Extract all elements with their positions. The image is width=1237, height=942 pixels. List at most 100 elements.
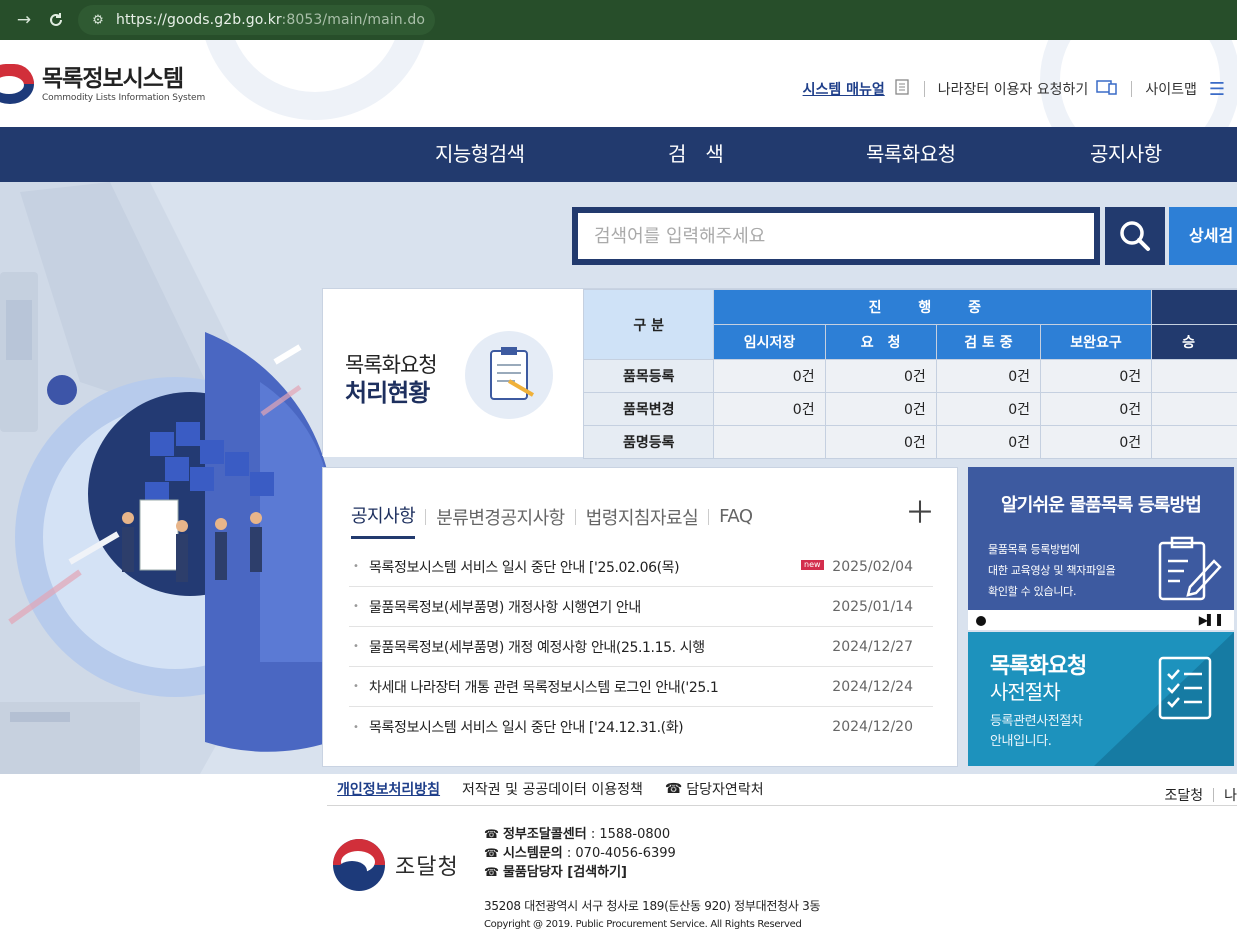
menu-icon[interactable]: ☰ — [1209, 79, 1225, 100]
phone-icon: ☎ — [484, 827, 499, 841]
site-header: 목록정보시스템 Commodity Lists Information Syst… — [0, 40, 1237, 127]
col-header-temp-save: 임시저장 — [713, 324, 826, 360]
status-cell — [1151, 359, 1237, 393]
bullet-icon: • — [353, 641, 359, 652]
status-cell — [1151, 425, 1237, 459]
search-icon — [1120, 221, 1150, 251]
bullet-icon: • — [353, 721, 359, 733]
clipboard-icon — [465, 331, 553, 419]
url-text: https://goods.g2b.go.kr:8053/main/main.d… — [116, 12, 425, 28]
family-link-next[interactable]: 나 — [1224, 785, 1237, 805]
address: 35208 대전광역시 서구 청사로 189(둔산동 920) 정부대전청사 3… — [484, 899, 821, 913]
status-cell[interactable]: 0건 — [1040, 425, 1153, 459]
list-item[interactable]: • 차세대 나라장터 개통 관련 목록정보시스템 로그인 안내('25.1 20… — [349, 667, 933, 707]
reload-icon[interactable] — [40, 4, 72, 36]
status-cell[interactable]: 0건 — [713, 392, 826, 426]
pause-icon[interactable]: ❚❚ — [1204, 612, 1224, 626]
nav-intelligent-search[interactable]: 지능형검색 — [435, 127, 525, 182]
status-cell[interactable]: 0건 — [824, 392, 937, 426]
notice-title[interactable]: 목록정보시스템 서비스 일시 중단 안내 ['25.02.06(목) — [369, 557, 789, 577]
notice-board: 공지사항 분류변경공지사항 법령지침자료실 FAQ ＋ • 목록정보시스템 서비… — [322, 467, 958, 767]
tab-notice[interactable]: 공지사항 — [351, 502, 416, 539]
notice-date: 2025/02/04 — [832, 558, 913, 575]
list-item[interactable]: • 물품목록정보(세부품명) 개정 예정사항 안내(25.1.15. 시행 20… — [349, 627, 933, 667]
contacts-link[interactable]: 담당자연락처 — [686, 779, 763, 799]
table-row: 품명등록 0건 0건 0건 — [582, 425, 1237, 459]
status-cell[interactable]: 0건 — [824, 359, 937, 393]
col-header-approved-group — [1151, 289, 1237, 325]
devices-icon — [1096, 79, 1118, 99]
bullet-icon: • — [353, 681, 359, 692]
list-item[interactable]: • 물품목록정보(세부품명) 개정사항 시행연기 안내 2025/01/14 — [349, 587, 933, 627]
more-plus-icon[interactable]: ＋ — [905, 488, 935, 532]
copyright-policy-link[interactable]: 저작권 및 공공데이터 이용정책 — [462, 779, 643, 799]
nav-search[interactable]: 검 색 — [668, 127, 724, 182]
decorative-illustration — [0, 182, 330, 774]
system-manual-link[interactable]: 시스템 매뉴얼 — [803, 79, 885, 99]
banner-title: 알기쉬운 물품목록 등록방법 — [1000, 495, 1202, 516]
tab-faq[interactable]: FAQ — [719, 506, 753, 535]
nav-notice[interactable]: 공지사항 — [1090, 127, 1162, 182]
status-cell[interactable]: 0건 — [935, 425, 1042, 459]
col-header-in-progress: 진 행 중 — [713, 289, 1153, 325]
tab-classification-notice[interactable]: 분류변경공지사항 — [436, 504, 565, 538]
col-header-gubun: 구 분 — [582, 289, 715, 360]
site-logo[interactable]: 목록정보시스템 Commodity Lists Information Syst… — [0, 62, 205, 106]
notice-tabs: 공지사항 분류변경공지사항 법령지침자료실 FAQ — [351, 502, 753, 539]
phone-icon: ☎ — [484, 865, 499, 879]
phone-icon: ☎ — [664, 781, 683, 797]
site-settings-icon[interactable]: ⚙ — [88, 10, 108, 30]
col-header-reviewing: 검 토 중 — [935, 324, 1042, 360]
banner-controls: ▶ ❚❚ — [968, 610, 1234, 630]
search-button[interactable] — [1105, 207, 1165, 265]
status-title-line2: 처리현황 — [345, 379, 430, 407]
document-icon — [893, 78, 911, 100]
col-header-approved: 승 — [1151, 324, 1237, 360]
notice-date: 2025/01/14 — [832, 598, 913, 615]
status-title-area: 목록화요청 처리현황 — [323, 289, 583, 457]
form-pencil-icon — [1158, 536, 1222, 601]
sitemap-link[interactable]: 사이트맵 — [1145, 79, 1197, 99]
status-cell[interactable]: 0건 — [1040, 392, 1153, 426]
detail-search-button[interactable]: 상세검 — [1169, 207, 1237, 265]
banner-pager-dot[interactable] — [976, 616, 986, 626]
banner-description: 물품목록 등록방법에 대한 교육영상 및 책자파일을 확인할 수 있습니다. — [988, 543, 1116, 598]
list-item[interactable]: • 목록정보시스템 서비스 일시 중단 안내 ['24.12.31.(화) 20… — [349, 707, 933, 747]
status-cell[interactable]: 0건 — [1040, 359, 1153, 393]
notice-date: 2024/12/24 — [832, 678, 913, 695]
status-cell[interactable]: 0건 — [935, 359, 1042, 393]
notice-title[interactable]: 목록정보시스템 서비스 일시 중단 안내 ['24.12.31.(화) — [369, 717, 789, 737]
goods-contact-link[interactable]: 물품담당자 [검색하기] — [503, 865, 627, 880]
contact-info: ☎ 정부조달콜센터 : 1588-0800 ☎ 시스템문의 : 070-4056-6… — [484, 827, 676, 880]
main-search-input[interactable] — [578, 213, 1094, 259]
logo-subtitle: Commodity Lists Information System — [42, 92, 206, 103]
nav-listing-request[interactable]: 목록화요청 — [866, 127, 956, 182]
forward-arrow-icon[interactable]: → — [8, 4, 40, 36]
notice-title[interactable]: 물품목록정보(세부품명) 개정사항 시행연기 안내 — [369, 597, 789, 617]
main-visual: 상세검 목록화요청 처리현황 구 분 진 행 중 — [0, 182, 1237, 774]
status-cell[interactable]: 0건 — [935, 392, 1042, 426]
status-cell — [713, 425, 826, 459]
family-link-pps[interactable]: 조달청 — [1164, 785, 1203, 805]
new-badge: new — [801, 560, 824, 570]
utility-links: 시스템 매뉴얼 나라장터 이용자 요청하기 사이트맵 ☰ — [803, 78, 1225, 100]
status-cell[interactable]: 0건 — [713, 359, 826, 393]
address-bar[interactable]: ⚙ https://goods.g2b.go.kr:8053/main/main… — [78, 5, 435, 35]
pre-procedure-banner[interactable]: 목록화요청 사전절차 등록관련사전절차 안내입니다. — [968, 632, 1234, 766]
registration-guide-banner[interactable]: 알기쉬운 물품목록 등록방법 물품목록 등록방법에 대한 교육영상 및 책자파일… — [968, 467, 1234, 630]
notice-title[interactable]: 물품목록정보(세부품명) 개정 예정사항 안내(25.1.15. 시행 — [369, 637, 789, 657]
list-item[interactable]: • 목록정보시스템 서비스 일시 중단 안내 ['25.02.06(목) new… — [349, 547, 933, 587]
main-navigation: 지능형검색 검 색 목록화요청 공지사항 — [0, 127, 1237, 182]
tab-law-guidelines[interactable]: 법령지침자료실 — [586, 504, 699, 538]
banner2-description: 등록관련사전절차 안내입니다. — [990, 714, 1083, 749]
privacy-policy-link[interactable]: 개인정보처리방침 — [337, 779, 440, 799]
status-cell[interactable]: 0건 — [824, 425, 937, 459]
phone-icon: ☎ — [484, 846, 499, 860]
status-cell — [1151, 392, 1237, 426]
logo-title: 목록정보시스템 — [42, 65, 184, 92]
banner2-subtitle: 사전절차 — [990, 680, 1061, 704]
footer-links: 개인정보처리방침 저작권 및 공공데이터 이용정책 ☎ 담당자연락처 — [337, 779, 764, 799]
user-request-link[interactable]: 나라장터 이용자 요청하기 — [938, 79, 1089, 99]
col-header-request: 요 청 — [824, 324, 937, 360]
notice-title[interactable]: 차세대 나라장터 개통 관련 목록정보시스템 로그인 안내('25.1 — [369, 677, 789, 697]
